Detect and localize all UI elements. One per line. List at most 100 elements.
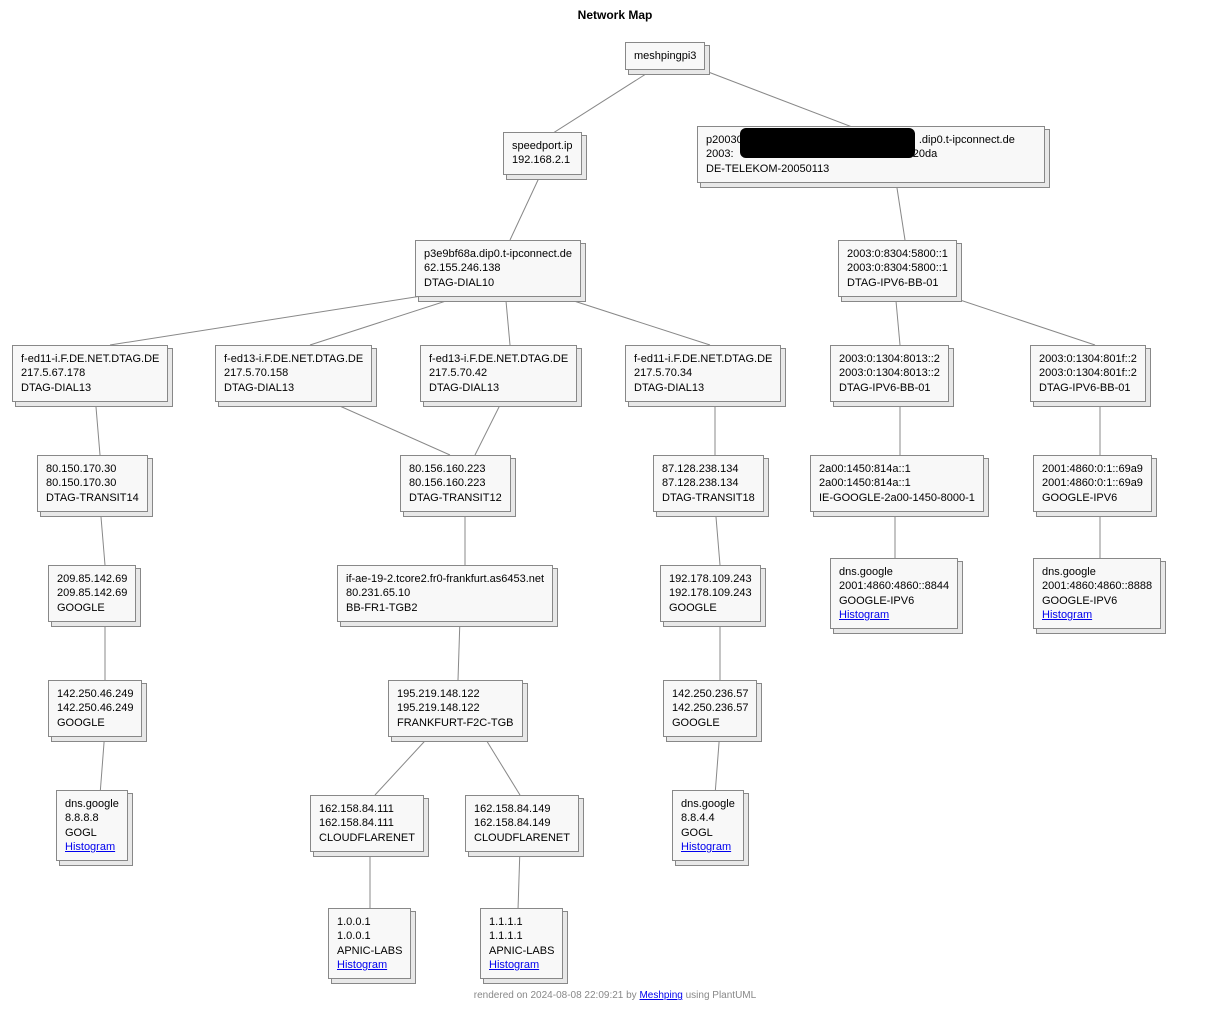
histogram-link[interactable]: Histogram	[1042, 609, 1092, 621]
node-g1: 209.85.142.69 209.85.142.69 GOOGLE	[48, 565, 136, 622]
node-line: if-ae-19-2.tcore2.fr0-frankfurt.as6453.n…	[346, 572, 544, 586]
node-line: GOOGLE	[669, 601, 752, 615]
node-line: 80.150.170.30	[46, 462, 139, 476]
node-dnsg2: dns.google 2001:4860:4860::8888 GOOGLE-I…	[1033, 558, 1161, 629]
node-line: DTAG-DIAL10	[424, 276, 572, 290]
node-line: BB-FR1-TGB2	[346, 601, 544, 615]
node-line: APNIC-LABS	[337, 944, 402, 958]
node-line: GOOGLE	[57, 716, 133, 730]
node-line: 1.1.1.1	[489, 915, 554, 929]
node-line: 87.128.238.134	[662, 476, 755, 490]
node-line: dns.google	[65, 797, 119, 811]
node-t18: 87.128.238.134 87.128.238.134 DTAG-TRANS…	[653, 455, 764, 512]
node-line: 2003:0:8304:5800::1	[847, 247, 948, 261]
node-line: 1.1.1.1	[489, 929, 554, 943]
node-ap2: 1.1.1.1 1.1.1.1 APNIC-LABS Histogram	[480, 908, 563, 979]
text: p20030	[706, 134, 743, 146]
node-line: 2001:4860:4860::8844	[839, 579, 949, 593]
node-line: 142.250.236.57	[672, 687, 748, 701]
node-line: f-ed11-i.F.DE.NET.DTAG.DE	[634, 352, 772, 366]
node-line: f-ed11-i.F.DE.NET.DTAG.DE	[21, 352, 159, 366]
node-root: meshpingpi3	[625, 42, 705, 70]
node-fed13a: f-ed13-i.F.DE.NET.DTAG.DE 217.5.70.158 D…	[215, 345, 372, 402]
node-line: GOOGLE-IPV6	[1042, 594, 1152, 608]
node-line: 209.85.142.69	[57, 572, 127, 586]
node-line: 162.158.84.111	[319, 802, 415, 816]
node-p3e: p3e9bf68a.dip0.t-ipconnect.de 62.155.246…	[415, 240, 581, 297]
node-line: 80.156.160.223	[409, 462, 502, 476]
histogram-link[interactable]: Histogram	[839, 609, 889, 621]
node-line: 217.5.70.158	[224, 366, 363, 380]
node-line: 2001:4860:0:1::69a9	[1042, 462, 1143, 476]
node-line: DTAG-DIAL13	[429, 381, 568, 395]
node-line: GOOGLE-IPV6	[839, 594, 949, 608]
node-fed11b: f-ed11-i.F.DE.NET.DTAG.DE 217.5.70.34 DT…	[625, 345, 781, 402]
node-tcore: if-ae-19-2.tcore2.fr0-frankfurt.as6453.n…	[337, 565, 553, 622]
histogram-link[interactable]: Histogram	[681, 841, 731, 853]
node-line: 1.0.0.1	[337, 915, 402, 929]
edge-layer	[0, 0, 1230, 1032]
node-line: 142.250.46.249	[57, 687, 133, 701]
node-line: 142.250.46.249	[57, 701, 133, 715]
node-line: dns.google	[839, 565, 949, 579]
node-line: 80.150.170.30	[46, 476, 139, 490]
node-line: CLOUDFLARENET	[474, 831, 570, 845]
node-line: 162.158.84.149	[474, 802, 570, 816]
node-line: 80.156.160.223	[409, 476, 502, 490]
node-line: speedport.ip	[512, 139, 573, 153]
node-line: 162.158.84.111	[319, 816, 415, 830]
node-line: f-ed13-i.F.DE.NET.DTAG.DE	[429, 352, 568, 366]
node-line: 217.5.70.34	[634, 366, 772, 380]
node-line: 192.168.2.1	[512, 153, 573, 167]
node-line: 217.5.67.178	[21, 366, 159, 380]
node-line: dns.google	[1042, 565, 1152, 579]
node-line: 192.178.109.243	[669, 586, 752, 600]
node-ap1: 1.0.0.1 1.0.0.1 APNIC-LABS Histogram	[328, 908, 411, 979]
node-cf1: 162.158.84.111 162.158.84.111 CLOUDFLARE…	[310, 795, 424, 852]
node-line: DE-TELEKOM-20050113	[706, 162, 1036, 176]
node-line: f-ed13-i.F.DE.NET.DTAG.DE	[224, 352, 363, 366]
node-line: GOOGLE	[672, 716, 748, 730]
node-line: 217.5.70.42	[429, 366, 568, 380]
node-g4: 142.250.236.57 142.250.236.57 GOOGLE	[663, 680, 757, 737]
node-cf2: 162.158.84.149 162.158.84.149 CLOUDFLARE…	[465, 795, 579, 852]
node-line: 2001:4860:0:1::69a9	[1042, 476, 1143, 490]
node-line: 8.8.4.4	[681, 811, 735, 825]
node-line: 209.85.142.69	[57, 586, 127, 600]
node-v6b: 2003:0:1304:8013::2 2003:0:1304:8013::2 …	[830, 345, 949, 402]
node-line: DTAG-TRANSIT12	[409, 491, 502, 505]
text: 2003:	[706, 148, 734, 160]
node-line: 142.250.236.57	[672, 701, 748, 715]
node-line: dns.google	[681, 797, 735, 811]
histogram-link[interactable]: Histogram	[65, 841, 115, 853]
node-line: IE-GOOGLE-2a00-1450-8000-1	[819, 491, 975, 505]
node-line: 62.155.246.138	[424, 261, 572, 275]
node-line: 87.128.238.134	[662, 462, 755, 476]
node-line: 80.231.65.10	[346, 586, 544, 600]
text: .dip0.t-ipconnect.de	[919, 134, 1015, 146]
histogram-link[interactable]: Histogram	[489, 959, 539, 971]
node-v6c: 2003:0:1304:801f::2 2003:0:1304:801f::2 …	[1030, 345, 1146, 402]
node-line: CLOUDFLARENET	[319, 831, 415, 845]
node-line: 195.219.148.122	[397, 687, 514, 701]
node-dns4: dns.google 8.8.4.4 GOGL Histogram	[672, 790, 744, 861]
node-dns8: dns.google 8.8.8.8 GOGL Histogram	[56, 790, 128, 861]
node-speedport: speedport.ip 192.168.2.1	[503, 132, 582, 175]
node-line: DTAG-DIAL13	[21, 381, 159, 395]
node-line: DTAG-IPV6-BB-01	[847, 276, 948, 290]
node-line: DTAG-DIAL13	[634, 381, 772, 395]
node-line: 2003:0:1304:801f::2	[1039, 352, 1137, 366]
histogram-link[interactable]: Histogram	[337, 959, 387, 971]
node-line: 195.219.148.122	[397, 701, 514, 715]
node-t12: 80.156.160.223 80.156.160.223 DTAG-TRANS…	[400, 455, 511, 512]
node-ie: 2a00:1450:814a::1 2a00:1450:814a::1 IE-G…	[810, 455, 984, 512]
node-line: 2003:0:8304:5800::1	[847, 261, 948, 275]
node-gv6: 2001:4860:0:1::69a9 2001:4860:0:1::69a9 …	[1033, 455, 1152, 512]
node-line: 162.158.84.149	[474, 816, 570, 830]
node-dnsg1: dns.google 2001:4860:4860::8844 GOOGLE-I…	[830, 558, 958, 629]
node-line: 192.178.109.243	[669, 572, 752, 586]
node-line: DTAG-DIAL13	[224, 381, 363, 395]
node-line: GOOGLE-IPV6	[1042, 491, 1143, 505]
node-line: GOOGLE	[57, 601, 127, 615]
node-line: 2003:0:1304:801f::2	[1039, 366, 1137, 380]
